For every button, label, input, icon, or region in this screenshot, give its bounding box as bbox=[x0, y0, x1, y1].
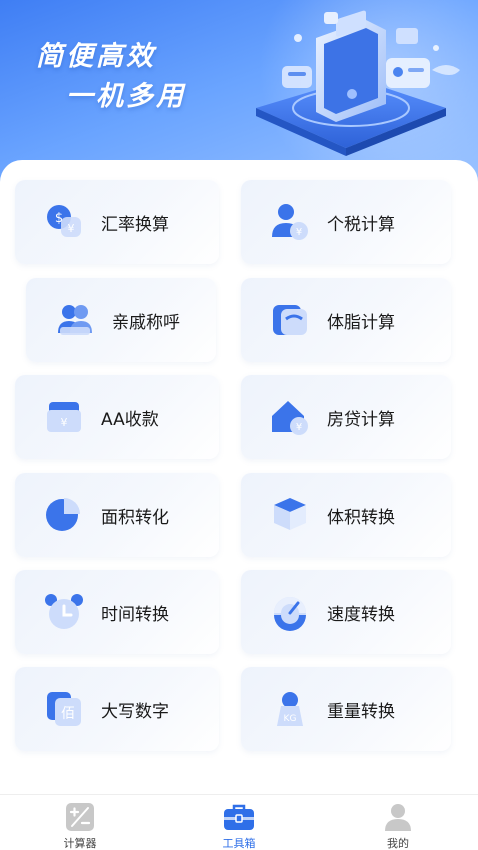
tab-calculator[interactable]: 计算器 bbox=[20, 795, 140, 850]
alarm-clock-icon bbox=[43, 591, 85, 633]
tool-label: 大写数字 bbox=[101, 701, 169, 722]
capital-number-icon: 佰 bbox=[43, 688, 85, 730]
wallet-icon: ¥ bbox=[43, 396, 85, 438]
bottom-tab-bar: 计算器 工具箱 我的 bbox=[0, 794, 478, 850]
tool-weight-conversion[interactable]: KG 重量转换 bbox=[241, 667, 451, 751]
toolbox-panel: $ ¥ 汇率换算 ¥ 个税计算 亲戚称呼 体脂计算 ¥ AA收款 ¥ 房贷计算 … bbox=[0, 160, 478, 794]
tool-label: 重量转换 bbox=[327, 701, 395, 722]
tool-currency-exchange[interactable]: $ ¥ 汇率换算 bbox=[15, 180, 219, 264]
tool-area-conversion[interactable]: 面积转化 bbox=[15, 473, 219, 557]
currency-exchange-icon: $ ¥ bbox=[43, 201, 85, 243]
tool-mortgage[interactable]: ¥ 房贷计算 bbox=[241, 375, 451, 459]
speedometer-icon bbox=[269, 591, 311, 633]
tool-label: AA收款 bbox=[101, 409, 159, 430]
tool-personal-tax[interactable]: ¥ 个税计算 bbox=[241, 180, 451, 264]
svg-text:KG: KG bbox=[284, 714, 297, 724]
tab-toolbox-label: 工具箱 bbox=[222, 837, 256, 850]
relatives-icon bbox=[54, 299, 96, 341]
svg-text:¥: ¥ bbox=[296, 422, 302, 433]
tool-volume-conversion[interactable]: 体积转换 bbox=[241, 473, 451, 557]
tool-label: 汇率换算 bbox=[101, 214, 169, 235]
weight-kg-icon: KG bbox=[269, 688, 311, 730]
slogan-line-1: 简便高效 bbox=[36, 41, 156, 72]
tool-label: 体积转换 bbox=[327, 507, 395, 528]
svg-text:¥: ¥ bbox=[296, 227, 302, 238]
tool-label: 房贷计算 bbox=[327, 409, 395, 430]
personal-tax-icon: ¥ bbox=[269, 201, 311, 243]
volume-cube-icon bbox=[269, 494, 311, 536]
area-pie-icon bbox=[43, 494, 85, 536]
tool-body-fat[interactable]: 体脂计算 bbox=[241, 278, 451, 362]
svg-text:¥: ¥ bbox=[68, 222, 75, 235]
tool-capital-number[interactable]: 佰 大写数字 bbox=[15, 667, 219, 751]
toolbox-icon bbox=[223, 803, 255, 831]
tool-label: 体脂计算 bbox=[327, 312, 395, 333]
tool-label: 时间转换 bbox=[101, 604, 169, 625]
body-fat-scale-icon bbox=[269, 299, 311, 341]
tab-toolbox[interactable]: 工具箱 bbox=[179, 795, 299, 850]
tool-label: 面积转化 bbox=[101, 507, 169, 528]
tool-aa-payment[interactable]: ¥ AA收款 bbox=[15, 375, 219, 459]
tab-mine[interactable]: 我的 bbox=[338, 795, 458, 850]
svg-text:佰: 佰 bbox=[61, 706, 75, 722]
tool-label: 个税计算 bbox=[327, 214, 395, 235]
user-profile-icon bbox=[382, 803, 414, 831]
svg-text:¥: ¥ bbox=[61, 416, 68, 429]
calculator-icon bbox=[64, 803, 96, 831]
tab-mine-label: 我的 bbox=[387, 837, 409, 850]
tab-calculator-label: 计算器 bbox=[63, 837, 97, 850]
mortgage-house-icon: ¥ bbox=[269, 396, 311, 438]
tool-relatives[interactable]: 亲戚称呼 bbox=[26, 278, 216, 362]
tool-label: 速度转换 bbox=[327, 604, 395, 625]
tool-speed-conversion[interactable]: 速度转换 bbox=[241, 570, 451, 654]
tool-time-conversion[interactable]: 时间转换 bbox=[15, 570, 219, 654]
phone-illustration bbox=[256, 10, 460, 156]
slogan-line-2: 一机多用 bbox=[66, 81, 186, 112]
tool-label: 亲戚称呼 bbox=[112, 312, 180, 333]
